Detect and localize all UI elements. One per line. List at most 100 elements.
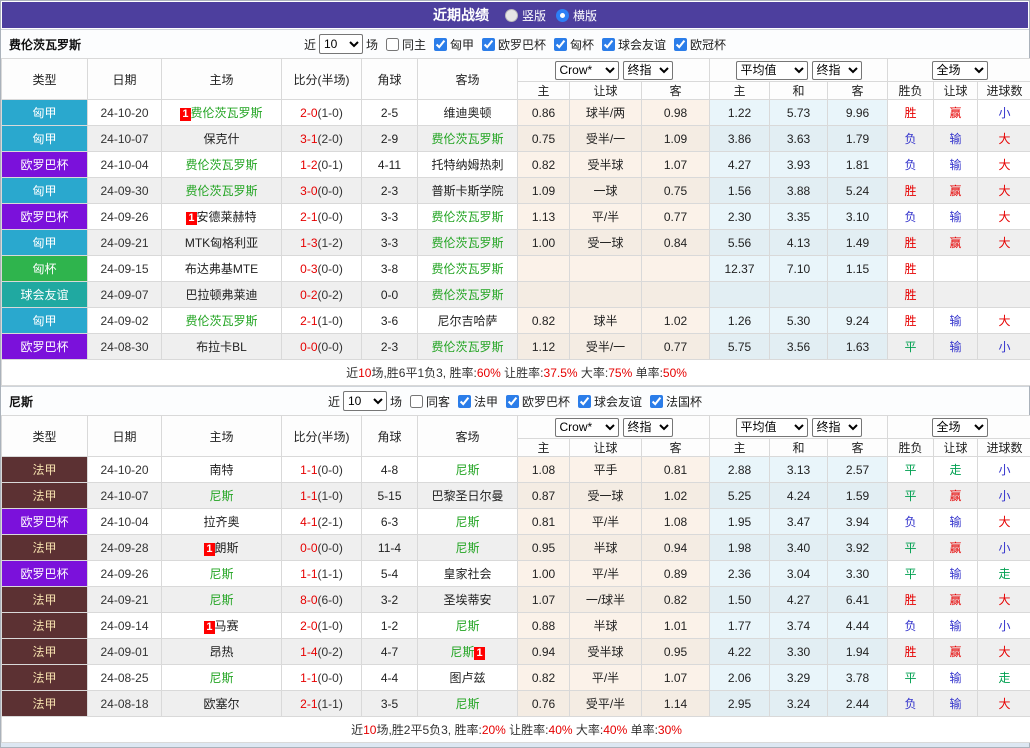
crown-handicap-cell: 平/半 <box>570 561 642 587</box>
home-team-cell: 费伦茨瓦罗斯 <box>162 152 282 178</box>
league-filter-option[interactable]: 法国杯 <box>645 393 702 410</box>
away-team-cell: 尼尔吉哈萨 <box>418 308 518 334</box>
score-cell: 1-4(0-2) <box>282 639 362 665</box>
league-filter-option[interactable]: 球会友谊 <box>573 393 642 410</box>
result-handicap-cell: 赢 <box>934 535 978 561</box>
avg-draw-odds-cell: 3.35 <box>770 204 828 230</box>
rank-badge: 1 <box>204 543 214 556</box>
league-filter-option[interactable]: 匈杯 <box>549 36 594 53</box>
corner-cell: 2-5 <box>362 100 418 126</box>
match-date-cell: 24-09-01 <box>88 639 162 665</box>
avg-home-odds-cell: 3.86 <box>710 126 770 152</box>
near-label: 近 <box>304 36 316 53</box>
league-label: 球会友谊 <box>618 36 666 53</box>
league-filter-option[interactable]: 法甲 <box>453 393 498 410</box>
avg-draw-odds-cell: 3.30 <box>770 639 828 665</box>
odds-company-select[interactable]: Crow* <box>555 418 619 437</box>
result-goals-cell: 小 <box>978 100 1030 126</box>
result-handicap-cell <box>934 282 978 308</box>
league-checkbox-4[interactable] <box>674 38 687 51</box>
same-venue-label: 同主 <box>402 36 426 53</box>
avg-draw-odds-cell: 3.40 <box>770 535 828 561</box>
halftime-score: (1-1) <box>318 697 343 711</box>
away-team-cell: 圣埃蒂安 <box>418 587 518 613</box>
avg-away-odds-cell: 1.79 <box>828 126 888 152</box>
corner-cell: 3-8 <box>362 256 418 282</box>
avg-away-odds-cell: 9.96 <box>828 100 888 126</box>
result-handicap-cell: 赢 <box>934 587 978 613</box>
match-row: 法甲24-10-07尼斯1-1(1-0)5-15巴黎圣日尔曼0.87受一球1.0… <box>2 483 1030 509</box>
average-select[interactable]: 平均值 <box>736 61 808 80</box>
match-row: 法甲24-09-281朗斯0-0(0-0)11-4尼斯0.95半球0.941.9… <box>2 535 1030 561</box>
header-select-row: 类型日期主场比分(半场)角球客场Crow*终指平均值终指全场 <box>2 416 1030 439</box>
layout-option-horizontal[interactable]: 横版 <box>556 7 597 24</box>
result-outcome-cell: 负 <box>888 613 934 639</box>
crown-away-odds-cell: 0.77 <box>642 334 710 360</box>
match-date-cell: 24-09-30 <box>88 178 162 204</box>
same-venue-checkbox[interactable] <box>410 395 423 408</box>
league-checkbox-0[interactable] <box>458 395 471 408</box>
team-name: 朗斯 <box>215 541 239 555</box>
competition-type-cell: 法甲 <box>2 483 88 509</box>
odds-company-select[interactable]: Crow* <box>555 61 619 80</box>
fulltime-score: 1-4 <box>300 645 317 659</box>
result-goals-cell: 大 <box>978 178 1030 204</box>
same-venue-checkbox[interactable] <box>386 38 399 51</box>
average-odds-group-header: 平均值终指 <box>710 416 888 439</box>
avg-away-odds-cell: 4.44 <box>828 613 888 639</box>
crown-handicap-cell: 半球 <box>570 613 642 639</box>
radio-checked-icon[interactable] <box>556 9 569 22</box>
fulltime-select[interactable]: 全场 <box>932 61 988 80</box>
fulltime-score: 1-1 <box>300 489 317 503</box>
league-checkbox-2[interactable] <box>554 38 567 51</box>
radio-unchecked-icon[interactable] <box>505 9 518 22</box>
crown-odds-group-header: Crow*终指 <box>518 59 710 82</box>
league-filter-option[interactable]: 欧罗巴杯 <box>477 36 546 53</box>
match-count-select[interactable]: 10 <box>319 34 363 54</box>
home-team-cell: 拉齐奥 <box>162 509 282 535</box>
summary-text: 让胜率: <box>501 366 544 380</box>
corner-cell: 3-5 <box>362 691 418 717</box>
match-date-cell: 24-10-20 <box>88 457 162 483</box>
corner-cell: 3-3 <box>362 230 418 256</box>
average-final-select[interactable]: 终指 <box>812 418 862 437</box>
league-checkbox-1[interactable] <box>482 38 495 51</box>
sub-col-header: 客 <box>828 439 888 457</box>
avg-away-odds-cell: 1.49 <box>828 230 888 256</box>
match-count-select[interactable]: 10 <box>343 391 387 411</box>
league-checkbox-3[interactable] <box>650 395 663 408</box>
team-name: 欧塞尔 <box>203 697 239 711</box>
final-odds-select[interactable]: 终指 <box>623 418 673 437</box>
header-select-row: 类型日期主场比分(半场)角球客场Crow*终指平均值终指全场 <box>2 59 1030 82</box>
fulltime-select[interactable]: 全场 <box>932 418 988 437</box>
league-filter-option[interactable]: 球会友谊 <box>597 36 666 53</box>
average-select[interactable]: 平均值 <box>736 418 808 437</box>
final-odds-select[interactable]: 终指 <box>623 61 673 80</box>
league-checkbox-0[interactable] <box>434 38 447 51</box>
panel-title: 近期战绩 <box>433 5 489 25</box>
layout-option-vertical[interactable]: 竖版 <box>505 7 546 24</box>
average-final-select[interactable]: 终指 <box>812 61 862 80</box>
sub-col-header: 让球 <box>570 439 642 457</box>
match-date-cell: 24-09-26 <box>88 204 162 230</box>
league-checkbox-3[interactable] <box>602 38 615 51</box>
league-checkbox-1[interactable] <box>506 395 519 408</box>
league-filter-option[interactable]: 匈甲 <box>429 36 474 53</box>
halftime-score: (0-0) <box>318 262 343 276</box>
summary-text: 场,胜6平1负3, 胜率: <box>371 366 476 380</box>
crown-home-odds-cell: 1.12 <box>518 334 570 360</box>
match-date-cell: 24-10-07 <box>88 483 162 509</box>
league-filter-option[interactable]: 欧冠杯 <box>669 36 726 53</box>
crown-home-odds-cell: 0.87 <box>518 483 570 509</box>
same-venue-option[interactable]: 同主 <box>381 36 426 53</box>
avg-draw-odds-cell: 3.63 <box>770 126 828 152</box>
home-team-cell: 尼斯 <box>162 483 282 509</box>
crown-away-odds-cell <box>642 256 710 282</box>
team-name: 拉齐奥 <box>203 515 239 529</box>
crown-handicap-cell: 平手 <box>570 457 642 483</box>
competition-type-cell: 匈甲 <box>2 230 88 256</box>
league-checkbox-2[interactable] <box>578 395 591 408</box>
same-venue-option[interactable]: 同客 <box>405 393 450 410</box>
halftime-score: (1-0) <box>318 489 343 503</box>
league-filter-option[interactable]: 欧罗巴杯 <box>501 393 570 410</box>
